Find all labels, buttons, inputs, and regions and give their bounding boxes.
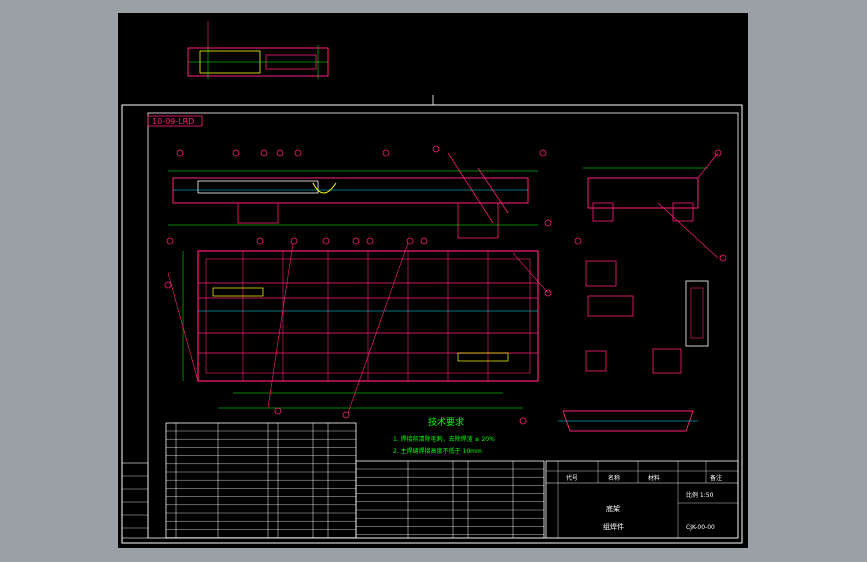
cad-drawing: 10-09-LRD 技术要求 1. 焊接前清除毛刺，去除焊渣 ≤ 20% 2. … [121, 21, 743, 544]
callout-balloon [544, 219, 552, 227]
callout-balloon [256, 237, 264, 245]
detail-views [558, 260, 709, 432]
cad-drawing-canvas[interactable]: 10-09-LRD 技术要求 1. 焊接前清除毛刺，去除焊渣 ≤ 20% 2. … [118, 13, 748, 548]
callout-balloon [166, 237, 174, 245]
callout-balloon [382, 149, 390, 157]
callout-balloon [232, 149, 240, 157]
scale-label: 比例 1:50 [686, 491, 714, 499]
callout-balloon [420, 237, 428, 245]
col-header-material: 材料 [648, 474, 660, 482]
name-label: 组焊件 [603, 522, 624, 531]
callout-balloon [406, 237, 414, 245]
callout-balloon [290, 237, 298, 245]
drawing-number: CJK-00-00 [686, 524, 715, 531]
callout-balloon [342, 411, 350, 419]
col-header-remark: 备注 [710, 474, 722, 482]
callout-balloon [260, 149, 268, 157]
callout-balloon [294, 149, 302, 157]
col-header-code: 代号 [566, 474, 578, 482]
callout-balloon [352, 237, 360, 245]
side-elevation-view [168, 152, 538, 239]
callout-balloon [274, 407, 282, 415]
callout-balloon [574, 237, 582, 245]
callout-balloon [276, 149, 284, 157]
part-label: 底架 [606, 504, 620, 513]
signature-block [121, 462, 149, 539]
callout-balloon [539, 149, 547, 157]
tech-requirements-heading: 技术要求 [428, 416, 464, 428]
callout-balloon [366, 237, 374, 245]
col-header-name: 名称 [608, 474, 620, 482]
callout-markers [164, 145, 727, 425]
end-elevation-view [583, 152, 719, 259]
callout-balloon [164, 281, 172, 289]
thumbnail-view [187, 21, 329, 79]
callout-balloon [719, 254, 727, 262]
callout-balloon [432, 145, 440, 153]
tech-note-2: 2. 主焊缝焊接高度不低于 10mm [393, 447, 482, 455]
drawing-code: 10-09-LRD [152, 117, 194, 126]
callout-balloon [176, 149, 184, 157]
plan-view [167, 242, 549, 414]
callout-balloon [519, 417, 527, 425]
tech-note-1: 1. 焊接前清除毛刺，去除焊渣 ≤ 20% [393, 435, 495, 443]
callout-balloon [322, 237, 330, 245]
